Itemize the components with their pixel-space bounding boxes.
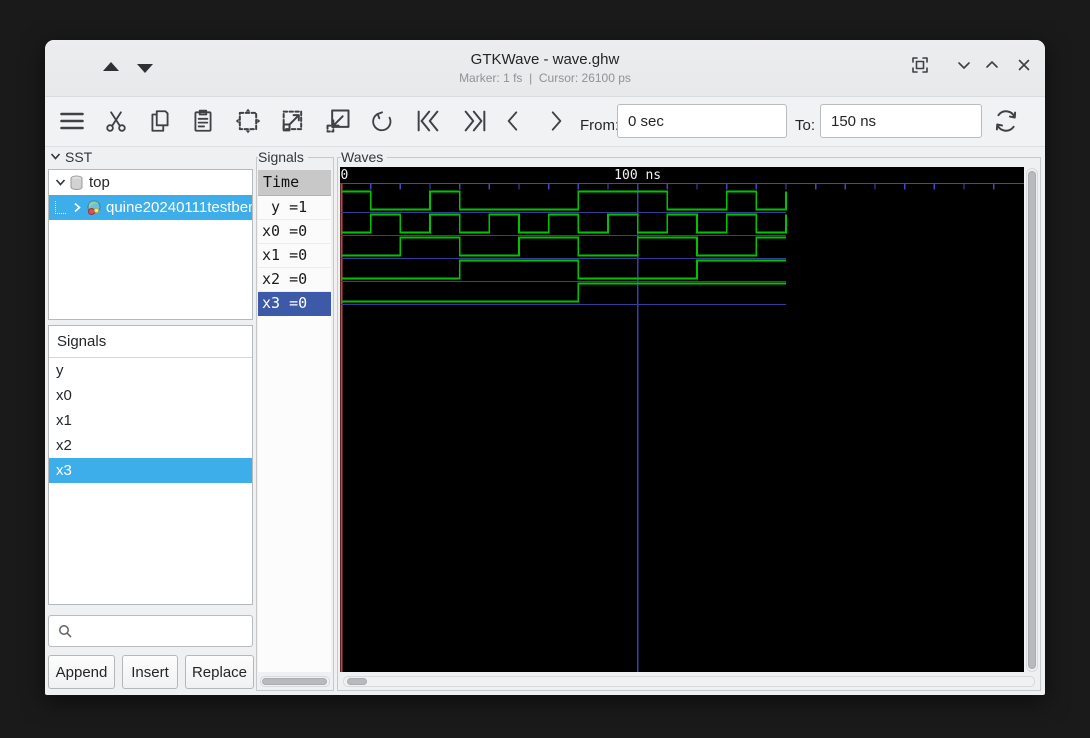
step-forward-button[interactable] (540, 107, 572, 139)
maximize-button[interactable] (979, 54, 1005, 80)
waves-hscrollbar-thumb[interactable] (347, 678, 367, 685)
signal-search-box (48, 615, 264, 647)
scope-icon (69, 175, 84, 191)
replace-button[interactable]: Replace (185, 655, 254, 689)
zoom-in-area-icon (279, 107, 307, 140)
signal-item-x1[interactable]: x1 (49, 408, 252, 433)
wave-trace-x1 (341, 236, 787, 257)
wave-trace-y (341, 190, 787, 211)
menu-button[interactable] (56, 107, 88, 139)
signals-list-panel: Signals y x0 x1 x2 x3 (48, 325, 253, 605)
chevron-up-icon (983, 56, 1001, 79)
go-to-end-button[interactable] (459, 107, 491, 139)
zoom-out-area-icon (324, 107, 352, 140)
wave-trace-x2 (341, 259, 787, 280)
wave-canvas[interactable]: 0 100 ns (340, 167, 1024, 672)
copy-button[interactable] (144, 107, 176, 139)
value-row-x2[interactable]: x2 =0 (258, 268, 331, 292)
skip-to-end-icon (461, 107, 489, 140)
marker-cursor-status: Marker: 1 fs | Cursor: 26100 ps (459, 71, 631, 85)
clipboard-paste-icon (190, 108, 216, 139)
values-list: Time y =1 x0 =0 x1 =0 x2 =0 x3 =0 (258, 170, 331, 672)
reload-button[interactable] (990, 107, 1022, 139)
window-title: GTKWave - wave.ghw (470, 51, 620, 68)
expander-chevron-icon (50, 149, 61, 165)
tree-item-top[interactable]: top (49, 170, 252, 195)
waves-vscrollbar-thumb[interactable] (1028, 171, 1036, 669)
wave-trace-x3 (341, 282, 787, 303)
svg-text:0: 0 (341, 168, 349, 183)
gtkwave-window: GTKWave - wave.ghw Marker: 1 fs | Cursor… (45, 40, 1045, 695)
from-label: From: (580, 117, 620, 134)
search-input[interactable] (79, 622, 264, 640)
values-hscrollbar-track[interactable] (260, 676, 330, 687)
undo-button[interactable] (366, 107, 398, 139)
chevron-right-icon (543, 108, 569, 139)
search-icon (58, 624, 73, 639)
insert-button[interactable]: Insert (122, 655, 178, 689)
value-row-x0[interactable]: x0 =0 (258, 220, 331, 244)
wave-trace-x0 (341, 213, 787, 234)
fullscreen-button[interactable] (907, 54, 933, 80)
waves-frame-label: Waves (341, 150, 388, 165)
time-header: Time (258, 170, 331, 196)
zoom-out-button[interactable] (322, 107, 354, 139)
signal-item-x2[interactable]: x2 (49, 433, 252, 458)
fullscreen-icon (910, 55, 930, 80)
value-row-y[interactable]: y =1 (258, 196, 331, 220)
chevron-left-icon (500, 108, 526, 139)
zoom-fit-icon (234, 107, 262, 140)
value-row-x1[interactable]: x1 =0 (258, 244, 331, 268)
scissors-icon (103, 108, 129, 139)
zoom-fit-button[interactable] (232, 107, 264, 139)
values-frame-label: Signals (258, 150, 308, 165)
close-icon (1015, 56, 1033, 79)
titlebar[interactable]: GTKWave - wave.ghw Marker: 1 fs | Cursor… (45, 40, 1045, 97)
signal-item-y[interactable]: y (49, 358, 252, 383)
toolbar: From: To: (45, 97, 1045, 147)
sst-tree-panel: top quine20240111testbench (48, 169, 253, 320)
reload-icon (992, 107, 1020, 140)
signal-item-x0[interactable]: x0 (49, 383, 252, 408)
zoom-in-button[interactable] (277, 107, 309, 139)
append-button[interactable]: Append (48, 655, 115, 689)
waves-vscrollbar-track[interactable] (1026, 168, 1038, 672)
minimize-button[interactable] (951, 54, 977, 80)
hamburger-menu-icon (58, 107, 86, 140)
undo-arrow-icon (369, 108, 395, 139)
sst-expander[interactable]: SST (50, 149, 92, 165)
expander-open-icon (55, 179, 66, 186)
tree-guide-line (55, 201, 66, 214)
signal-item-x3[interactable]: x3 (49, 458, 252, 483)
paste-button[interactable] (187, 107, 219, 139)
copy-icon (147, 108, 173, 139)
signals-list-header: Signals (49, 326, 252, 358)
cut-button[interactable] (100, 107, 132, 139)
desktop: { "window": { "title": "GTKWave - wave.g… (0, 0, 1090, 738)
chevron-down-icon (955, 56, 973, 79)
to-input[interactable] (820, 104, 982, 138)
step-back-button[interactable] (497, 107, 529, 139)
skip-to-start-icon (414, 107, 442, 140)
expander-closed-icon (74, 202, 81, 213)
to-label: To: (795, 117, 816, 134)
close-button[interactable] (1011, 54, 1037, 80)
value-row-x3[interactable]: x3 =0 (258, 292, 331, 316)
from-input[interactable] (617, 104, 787, 138)
tree-item-testbench[interactable]: quine20240111testbench (49, 195, 252, 220)
waves-hscrollbar-track[interactable] (343, 676, 1035, 687)
go-to-start-button[interactable] (412, 107, 444, 139)
component-icon (86, 200, 102, 216)
values-hscrollbar-thumb[interactable] (262, 678, 327, 685)
svg-text:100 ns: 100 ns (614, 168, 661, 183)
